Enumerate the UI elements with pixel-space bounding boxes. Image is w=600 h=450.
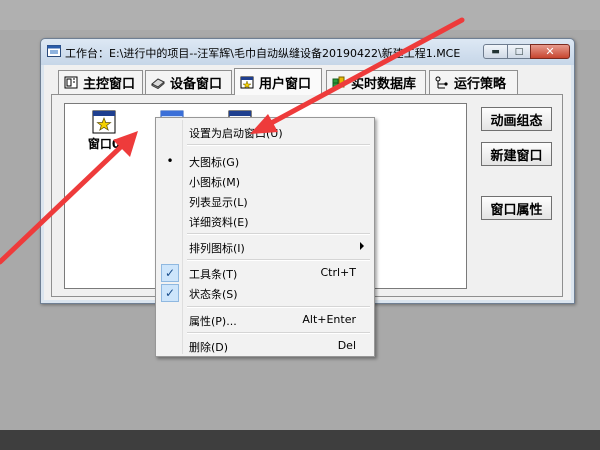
tab-run-strategy[interactable]: 运行策略	[429, 70, 518, 94]
menu-item-arrange-icons[interactable]: 排列图标(I)	[158, 237, 372, 257]
submenu-arrow-icon	[360, 242, 364, 250]
menu-item-label: 小图标(M)	[189, 176, 241, 189]
menu-item-details[interactable]: 详细资料(E)	[158, 211, 372, 231]
new-window-button[interactable]: 新建窗口	[481, 142, 552, 166]
tab-device-window[interactable]: 设备窗口	[145, 70, 232, 94]
tab-main-window[interactable]: 主控窗口	[58, 70, 143, 94]
background-top	[0, 0, 600, 30]
close-button[interactable]: ✕	[530, 44, 570, 59]
menu-item-large-icons[interactable]: • 大图标(G)	[158, 151, 372, 171]
window-properties-button[interactable]: 窗口属性	[481, 196, 552, 220]
tab-realtime-database[interactable]: 实时数据库	[326, 70, 426, 94]
menu-item-shortcut: Alt+Enter	[302, 313, 356, 326]
menu-item-label: 列表显示(L)	[189, 196, 248, 209]
menu-item-small-icons[interactable]: 小图标(M)	[158, 171, 372, 191]
menu-separator	[187, 233, 370, 235]
menu-item-shortcut: Del	[337, 339, 356, 352]
menu-item-toolbar[interactable]: ✓ 工具条(T) Ctrl+T	[158, 263, 372, 283]
menu-separator	[187, 306, 370, 308]
menu-item-label: 设置为启动窗口(U)	[189, 127, 283, 140]
menu-item-label: 属性(P)...	[189, 315, 237, 328]
strategy-icon	[435, 76, 448, 89]
menu-item-delete[interactable]: 删除(D) Del	[158, 336, 372, 356]
device-icon	[151, 78, 165, 89]
menu-item-shortcut: Ctrl+T	[320, 266, 356, 279]
tab-main-window-label: 主控窗口	[83, 77, 136, 92]
window-star-icon	[92, 110, 116, 134]
app-icon	[47, 45, 61, 57]
main-window-icon	[64, 76, 78, 89]
database-icon	[332, 76, 345, 88]
animation-config-button[interactable]: 动画组态	[481, 107, 552, 131]
menu-item-statusbar[interactable]: ✓ 状态条(S)	[158, 283, 372, 303]
menu-item-label: 大图标(G)	[189, 156, 240, 169]
close-icon: ✕	[545, 45, 555, 58]
check-icon: ✓	[161, 264, 179, 282]
title-bar[interactable]: 工作台：E:\进行中的项目--汪军辉\毛巾自动纵缝设备20190422\新建工程…	[41, 39, 574, 65]
menu-item-label: 工具条(T)	[189, 268, 238, 281]
background-bottom	[0, 430, 600, 450]
menu-item-set-startup[interactable]: 设置为启动窗口(U)	[158, 122, 372, 142]
menu-separator	[187, 144, 370, 146]
user-window-icon	[240, 76, 254, 89]
tab-user-window[interactable]: 用户窗口	[234, 68, 322, 95]
window-title: 工作台：E:\进行中的项目--汪军辉\毛巾自动纵缝设备20190422\新建工程…	[65, 47, 461, 60]
maximize-button[interactable]: □	[507, 44, 531, 59]
tab-user-window-label: 用户窗口	[259, 76, 312, 92]
menu-separator	[187, 259, 370, 261]
menu-item-label: 删除(D)	[189, 341, 229, 354]
context-menu: 设置为启动窗口(U) • 大图标(G) 小图标(M) 列表显示(L) 详细资料(…	[155, 117, 375, 357]
tab-device-window-label: 设备窗口	[170, 77, 223, 92]
menu-item-label: 详细资料(E)	[189, 216, 249, 229]
list-item[interactable]: 窗口0	[81, 110, 127, 152]
menu-item-properties[interactable]: 属性(P)... Alt+Enter	[158, 310, 372, 330]
minimize-icon: ▬	[491, 46, 500, 57]
radio-dot-icon: •	[166, 154, 174, 168]
tab-realtime-database-label: 实时数据库	[351, 77, 417, 92]
menu-separator	[187, 332, 370, 334]
minimize-button[interactable]: ▬	[483, 44, 508, 59]
list-item-label: 窗口0	[87, 137, 121, 151]
check-icon: ✓	[161, 284, 179, 302]
menu-item-list[interactable]: 列表显示(L)	[158, 191, 372, 211]
menu-item-label: 排列图标(I)	[189, 242, 245, 255]
tab-run-strategy-label: 运行策略	[454, 77, 507, 92]
maximize-icon: □	[514, 46, 524, 57]
menu-item-label: 状态条(S)	[189, 288, 238, 301]
